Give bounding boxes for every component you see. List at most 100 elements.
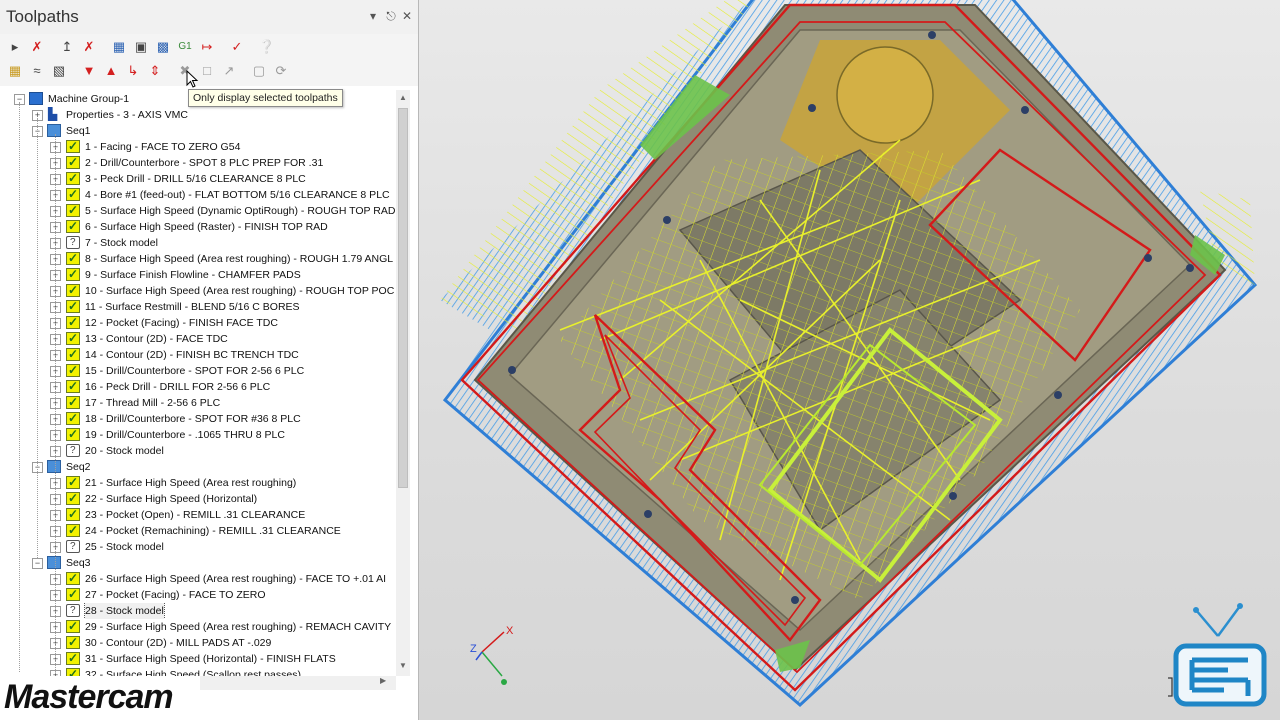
toolpath-check-icon (66, 267, 80, 282)
select-all-icon[interactable]: ▸ (6, 38, 24, 56)
tree-node-seq1[interactable]: − Seq1 (0, 123, 396, 139)
toolpath-check-icon (66, 523, 80, 538)
tree-vertical-scrollbar[interactable]: ▲ ▼ (396, 90, 410, 676)
toolpath-check-icon (66, 619, 80, 634)
operation-label: 7 - Stock model (85, 237, 158, 249)
tooltip: Only display selected toolpaths (188, 89, 343, 107)
toggle-display-icon[interactable]: ≈ (28, 62, 46, 80)
expand-icon[interactable]: □ (198, 62, 216, 80)
toolpath-operation[interactable]: +16 - Peck Drill - DRILL FOR 2-56 6 PLC (0, 379, 396, 395)
toolpath-operation[interactable]: +27 - Pocket (Facing) - FACE TO ZERO (0, 587, 396, 603)
operation-label: 29 - Surface High Speed (Area rest rough… (85, 621, 392, 633)
operation-label: 15 - Drill/Counterbore - SPOT FOR 2-56 6… (85, 365, 305, 377)
toolpath-operation[interactable]: +30 - Contour (2D) - MILL PADS AT -.029 (0, 635, 396, 651)
toolpath-operation[interactable]: +28 - Stock model (0, 603, 396, 619)
toolpath-operation[interactable]: +8 - Surface High Speed (Area rest rough… (0, 251, 396, 267)
tree-horizontal-scrollbar[interactable]: ▶ (200, 676, 396, 690)
scroll-right-icon[interactable]: ▶ (380, 676, 386, 685)
toolpath-operation[interactable]: +32 - Surface High Speed (Scallop rest p… (0, 667, 396, 676)
operation-label: 12 - Pocket (Facing) - FINISH FACE TDC (85, 317, 278, 329)
tree-node-seq2[interactable]: − Seq2 (0, 459, 396, 475)
toolpath-check-icon (66, 507, 80, 522)
refresh-icon[interactable]: ⟳ (272, 62, 290, 80)
post-icon[interactable]: ↦ (198, 38, 216, 56)
verify-icon[interactable]: ▣ (132, 38, 150, 56)
toolpath-operation[interactable]: +5 - Surface High Speed (Dynamic OptiRou… (0, 203, 396, 219)
backplot-icon[interactable]: ▦ (110, 38, 128, 56)
toolpath-operation[interactable]: +29 - Surface High Speed (Area rest roug… (0, 619, 396, 635)
display-options-icon[interactable]: ▢ (250, 62, 268, 80)
stock-model-icon (66, 539, 80, 555)
toolpath-check-icon (66, 651, 80, 666)
pin-icon[interactable]: ⎋ (384, 9, 398, 23)
toolpath-operation[interactable]: +31 - Surface High Speed (Horizontal) - … (0, 651, 396, 667)
scroll-icon[interactable]: ⇕ (146, 62, 164, 80)
operation-label: 2 - Drill/Counterbore - SPOT 8 PLC PREP … (85, 157, 324, 169)
operation-label: 27 - Pocket (Facing) - FACE TO ZERO (85, 589, 266, 601)
toolpath-check-icon (66, 667, 80, 676)
toolpath-operation[interactable]: +6 - Surface High Speed (Raster) - FINIS… (0, 219, 396, 235)
close-icon[interactable]: ✕ (400, 9, 414, 23)
select-errors-icon[interactable]: ✗ (28, 38, 46, 56)
toggle-posting-icon[interactable]: ▧ (50, 62, 68, 80)
tree-node-properties[interactable]: + Properties - 3 - AXIS VMC (0, 107, 396, 123)
toolpath-operation[interactable]: +13 - Contour (2D) - FACE TDC (0, 331, 396, 347)
toolpath-operation[interactable]: +14 - Contour (2D) - FINISH BC TRENCH TD… (0, 347, 396, 363)
toolpath-backplot[interactable] (419, 0, 1280, 720)
toolpath-operation[interactable]: +24 - Pocket (Remachining) - REMILL .31 … (0, 523, 396, 539)
high-speed-icon[interactable]: ✓ (228, 38, 246, 56)
collapse-toggle[interactable]: − (32, 558, 43, 569)
toolpath-operation[interactable]: +26 - Surface High Speed (Area rest roug… (0, 571, 396, 587)
toolpath-check-icon (66, 171, 80, 186)
toolpath-operation[interactable]: +7 - Stock model (0, 235, 396, 251)
toolpath-operation[interactable]: +25 - Stock model (0, 539, 396, 555)
collapse-icon[interactable]: ↗ (220, 62, 238, 80)
scroll-up-icon[interactable]: ▲ (398, 92, 408, 104)
mouse-cursor-icon (186, 70, 199, 88)
toolpath-check-icon (66, 219, 80, 234)
operation-label: 16 - Peck Drill - DRILL FOR 2-56 6 PLC (85, 381, 271, 393)
tree-node-seq3[interactable]: − Seq3 (0, 555, 396, 571)
toolpath-operation[interactable]: +10 - Surface High Speed (Area rest roug… (0, 283, 396, 299)
toolpath-operation[interactable]: +21 - Surface High Speed (Area rest roug… (0, 475, 396, 491)
toolpath-check-icon (66, 395, 80, 410)
toolpath-operation[interactable]: +3 - Peck Drill - DRILL 5/16 CLEARANCE 8… (0, 171, 396, 187)
toolpath-operation[interactable]: +4 - Bore #1 (feed-out) - FLAT BOTTOM 5/… (0, 187, 396, 203)
toolpath-check-icon (66, 411, 80, 426)
move-up-icon[interactable]: ▲ (102, 62, 120, 80)
toolpath-operation[interactable]: +22 - Surface High Speed (Horizontal) (0, 491, 396, 507)
chevron-down-icon[interactable]: ▾ (366, 9, 380, 23)
toolpath-check-icon (66, 587, 80, 602)
toolpath-check-icon (66, 379, 80, 394)
move-down-icon[interactable]: ▼ (80, 62, 98, 80)
operation-label: 1 - Facing - FACE TO ZERO G54 (85, 141, 241, 153)
toolpath-operation[interactable]: +11 - Surface Restmill - BLEND 5/16 C BO… (0, 299, 396, 315)
operation-label: 3 - Peck Drill - DRILL 5/16 CLEARANCE 8 … (85, 173, 306, 185)
stock-circle (836, 46, 934, 144)
tv-channel-logo (1168, 603, 1267, 707)
toolpath-operation[interactable]: +17 - Thread Mill - 2-56 6 PLC (0, 395, 396, 411)
toolpath-operation[interactable]: +9 - Surface Finish Flowline - CHAMFER P… (0, 267, 396, 283)
toolpath-operation[interactable]: +19 - Drill/Counterbore - .1065 THRU 8 P… (0, 427, 396, 443)
operation-label: 17 - Thread Mill - 2-56 6 PLC (85, 397, 221, 409)
toolpath-operation[interactable]: +1 - Facing - FACE TO ZERO G54 (0, 139, 396, 155)
toolpath-check-icon (66, 347, 80, 362)
toolpath-operation[interactable]: +2 - Drill/Counterbore - SPOT 8 PLC PREP… (0, 155, 396, 171)
simulate-icon[interactable]: ▩ (154, 38, 172, 56)
help-icon[interactable]: ❔ (258, 38, 276, 56)
scroll-down-icon[interactable]: ▼ (398, 660, 408, 672)
regenerate-selected-icon[interactable]: ↥ (58, 38, 76, 56)
operation-label: 18 - Drill/Counterbore - SPOT FOR #36 8 … (85, 413, 301, 425)
regenerate-dirty-icon[interactable]: ✗ (80, 38, 98, 56)
stock-model-icon (66, 235, 80, 251)
insert-arrow-icon[interactable]: ↳ (124, 62, 142, 80)
toolpath-operation[interactable]: +15 - Drill/Counterbore - SPOT FOR 2-56 … (0, 363, 396, 379)
scrollbar-thumb[interactable] (398, 108, 408, 488)
graphics-viewport[interactable]: X Z (419, 0, 1280, 720)
toolpath-operation[interactable]: +23 - Pocket (Open) - REMILL .31 CLEARAN… (0, 507, 396, 523)
toolpath-operation[interactable]: +12 - Pocket (Facing) - FINISH FACE TDC (0, 315, 396, 331)
toolpath-operation[interactable]: +20 - Stock model (0, 443, 396, 459)
toolpath-operation[interactable]: +18 - Drill/Counterbore - SPOT FOR #36 8… (0, 411, 396, 427)
g1-code-icon[interactable]: G1 (176, 38, 194, 56)
lock-icon[interactable]: ▦ (6, 62, 24, 80)
